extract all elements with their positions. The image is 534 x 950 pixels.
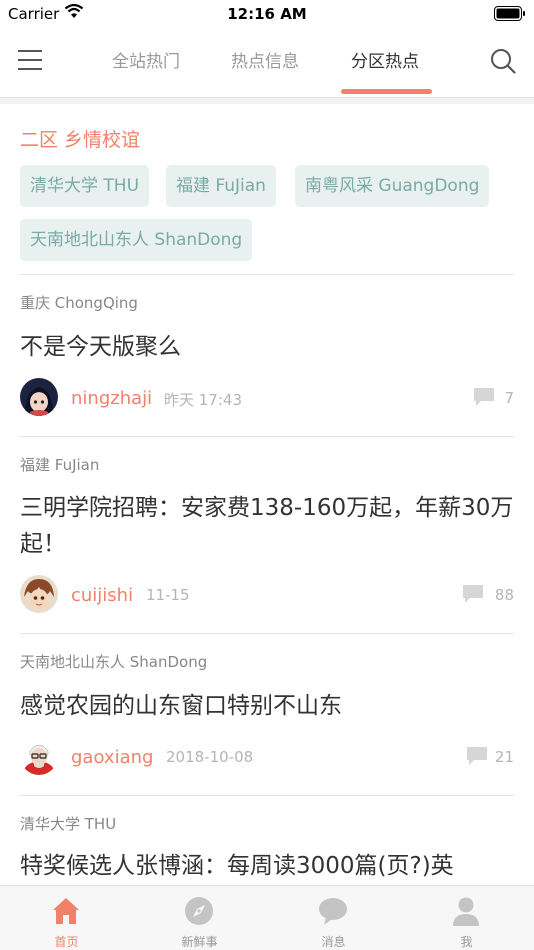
battery-icon xyxy=(494,6,525,21)
home-icon xyxy=(53,898,79,924)
tabbar-me[interactable]: 我 xyxy=(400,886,533,950)
nav-separator xyxy=(0,98,534,104)
comment-count: 21 xyxy=(494,748,514,766)
post-title[interactable]: 特奖候选人张博涵：每周读3000篇(页?)英 xyxy=(20,848,514,884)
comment-count: 7 xyxy=(504,389,514,407)
author-name[interactable]: gaoxiang xyxy=(71,747,153,768)
tabbar-label: 消息 xyxy=(321,935,346,949)
tabbar-home[interactable]: 首页 xyxy=(0,886,133,950)
menu-icon[interactable] xyxy=(18,50,42,72)
tab-zone-hot[interactable]: 分区热点 xyxy=(351,47,419,72)
active-tab-indicator xyxy=(341,89,432,94)
post-title[interactable]: 感觉农园的山东窗口特别不山东 xyxy=(20,688,514,724)
comment-icon xyxy=(467,747,487,765)
post-time: 2018-10-08 xyxy=(166,748,254,766)
avatar[interactable] xyxy=(20,575,58,613)
author-name[interactable]: cuijishi xyxy=(71,585,133,606)
tabbar-label: 新鲜事 xyxy=(181,935,218,949)
tabbar-messages[interactable]: 消息 xyxy=(267,886,400,950)
zone-title: 二区 乡情校谊 xyxy=(20,129,141,151)
status-bar: Carrier 12:16 AM xyxy=(0,0,534,28)
clock: 12:16 AM xyxy=(227,5,307,23)
tab-site-hot[interactable]: 全站热门 xyxy=(112,47,180,72)
post-title[interactable]: 不是今天版聚么 xyxy=(20,329,514,365)
post-time: 11-15 xyxy=(146,586,190,604)
divider xyxy=(20,436,514,437)
tabbar-label: 我 xyxy=(460,935,473,949)
divider xyxy=(20,274,514,275)
post-board[interactable]: 天南地北山东人 ShanDong xyxy=(20,651,207,672)
tag-shandong[interactable]: 天南地北山东人 ShanDong xyxy=(20,219,253,261)
bottom-tab-bar: 首页 新鲜事 消息 我 xyxy=(0,885,534,950)
divider xyxy=(20,795,514,796)
post-board[interactable]: 清华大学 THU xyxy=(20,813,116,834)
divider xyxy=(20,633,514,634)
comment-count: 88 xyxy=(494,586,514,604)
tabbar-news[interactable]: 新鲜事 xyxy=(133,886,266,950)
post-time: 昨天 17:43 xyxy=(164,391,242,409)
post-board[interactable]: 福建 FuJian xyxy=(20,454,99,475)
tag-guangdong[interactable]: 南粤风采 GuangDong xyxy=(295,165,490,207)
message-icon xyxy=(319,898,347,925)
post-board[interactable]: 重庆 ChongQing xyxy=(20,292,138,313)
search-icon[interactable] xyxy=(490,48,516,74)
author-name[interactable]: ningzhaji xyxy=(71,388,152,409)
post-title[interactable]: 三明学院招聘：安家费138-160万起，年薪30万起！ xyxy=(20,490,514,562)
comment-icon xyxy=(474,388,494,406)
person-icon xyxy=(453,897,479,926)
compass-icon xyxy=(185,897,213,925)
top-nav: 全站热门 热点信息 分区热点 xyxy=(0,28,534,98)
tag-fujian[interactable]: 福建 FuJian xyxy=(166,165,276,207)
tabbar-label: 首页 xyxy=(54,935,79,949)
tag-thu[interactable]: 清华大学 THU xyxy=(20,165,150,207)
comment-icon xyxy=(463,585,483,603)
avatar[interactable] xyxy=(20,378,58,416)
avatar[interactable] xyxy=(20,737,58,775)
tab-hot-info[interactable]: 热点信息 xyxy=(231,47,299,72)
